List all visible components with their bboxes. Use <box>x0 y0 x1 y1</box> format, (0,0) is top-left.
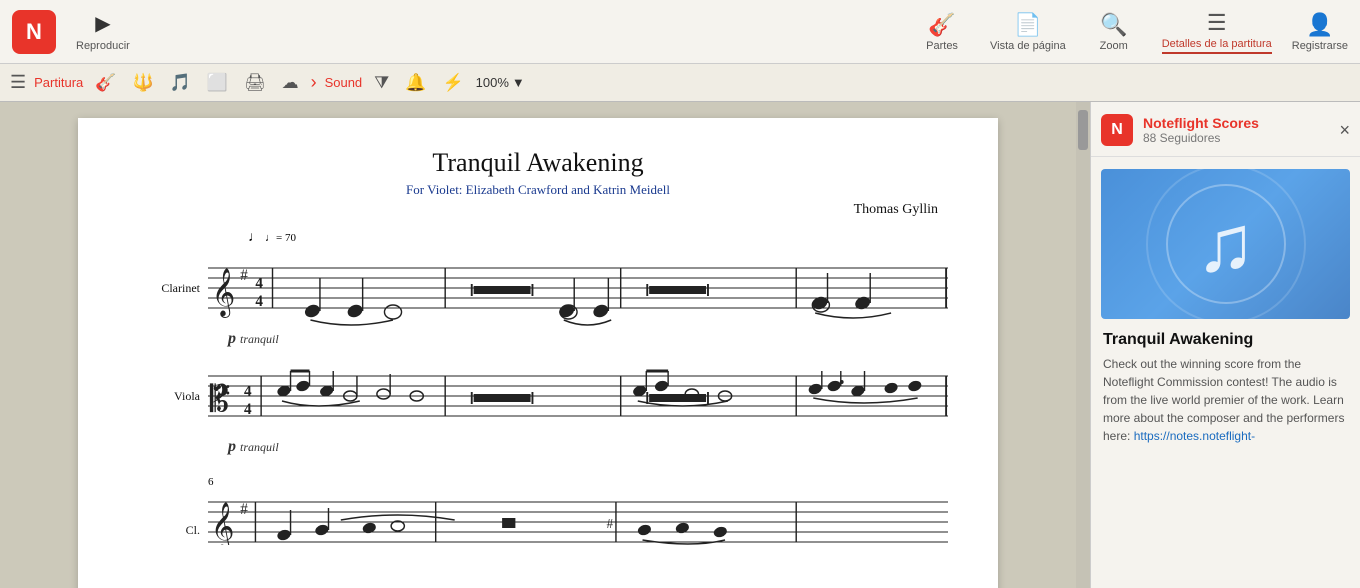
lightning-icon[interactable]: ⚡ <box>439 71 468 95</box>
toolbar: ☰ Partitura 🎸 🔱 🎵 ⬜ 🖨 ☁ › Sound ⧩ 🔔 ⚡ 10… <box>0 64 1360 102</box>
zoom-value: 100% <box>476 75 509 90</box>
panel-description: Check out the winning score from the Not… <box>1091 355 1360 445</box>
play-button[interactable]: ▶ Reproducir <box>76 11 130 52</box>
mixer-icon[interactable]: ⧩ <box>370 71 393 95</box>
clarinet-staff-row-2: Cl. 𝄞 # <box>128 490 948 570</box>
panel-score-title: Tranquil Awakening <box>1091 331 1360 355</box>
print-icon[interactable]: 🖨 <box>240 71 270 95</box>
panel-thumbnail: ♫ <box>1101 169 1350 319</box>
viola-label: Viola <box>128 389 208 404</box>
top-nav: N ▶ Reproducir 🎸 Partes 📄 Vista de págin… <box>0 0 1360 64</box>
menu-icon[interactable]: ☰ <box>10 72 26 93</box>
staff-system-1: ♩ ♩= 70 Clarinet <box>128 230 948 456</box>
tempo-value: ♩= 70 <box>265 232 296 244</box>
zoom-icon: 🔍 <box>1100 12 1127 38</box>
svg-text:4: 4 <box>255 293 263 310</box>
cloud-icon[interactable]: ☁ <box>278 71 303 95</box>
svg-text:𝄢: 𝄢 <box>211 379 231 415</box>
panel-logo: N <box>1101 114 1133 146</box>
nav-zoom[interactable]: 🔍 Zoom <box>1086 12 1142 52</box>
score-area[interactable]: Tranquil Awakening For Violet: Elizabeth… <box>0 102 1076 588</box>
guitar-tool-icon[interactable]: 🎸 <box>91 71 120 95</box>
clarinet-label-2: Cl. <box>128 523 208 538</box>
nav-detalles[interactable]: ☰ Detalles de la partitura <box>1162 10 1272 54</box>
zoom-dropdown-icon: ▼ <box>512 75 525 90</box>
svg-text:4: 4 <box>244 401 252 418</box>
panel-close-button[interactable]: × <box>1339 120 1350 141</box>
guitar-icon: 🎸 <box>928 12 955 38</box>
clarinet-staff-row: Clarinet 𝄞 # <box>128 248 948 328</box>
app-logo[interactable]: N <box>12 10 56 54</box>
svg-text:4: 4 <box>244 383 252 400</box>
scroll-thumb[interactable] <box>1078 110 1088 150</box>
nav-registrarse[interactable]: 👤 Registrarse <box>1292 12 1348 52</box>
play-label: Reproducir <box>76 40 130 52</box>
viola-dynamic: p tranquil <box>228 438 948 456</box>
clarinet-staff-lines-2: 𝄞 # <box>208 490 948 570</box>
panel-followers: 88 Seguidores <box>1143 131 1329 145</box>
score-label[interactable]: Partitura <box>34 75 83 90</box>
page-icon: 📄 <box>1014 12 1041 38</box>
clarinet-dynamic: p tranquil <box>228 330 948 348</box>
right-panel: N Noteflight Scores 88 Seguidores × ♫ Tr… <box>1090 102 1360 588</box>
tempo-mark: ♩ ♩= 70 <box>248 230 948 246</box>
bell-icon[interactable]: 🔔 <box>401 71 430 95</box>
panel-header: N Noteflight Scores 88 Seguidores × <box>1091 102 1360 157</box>
user-icon: 👤 <box>1306 12 1333 38</box>
viola-staff-row: Viola 𝄡 𝄢 4 <box>128 356 948 436</box>
svg-text:#: # <box>240 501 248 518</box>
scroll-bar[interactable] <box>1076 102 1090 588</box>
svg-text:𝄞: 𝄞 <box>211 502 235 545</box>
staff-system-2: 6 Cl. 𝄞 # <box>128 476 948 570</box>
clarinet-label: Clarinet <box>128 281 208 296</box>
score-page: Tranquil Awakening For Violet: Elizabeth… <box>78 118 998 588</box>
svg-text:#: # <box>240 267 248 284</box>
score-composer: Thomas Gyllin <box>128 202 948 218</box>
score-subtitle: For Violet: Elizabeth Crawford and Katri… <box>128 182 948 198</box>
score-title: Tranquil Awakening <box>128 148 948 178</box>
sound-label[interactable]: Sound <box>325 75 363 90</box>
panel-link[interactable]: https://notes.noteflight- <box>1134 429 1255 443</box>
svg-text:𝄞: 𝄞 <box>212 268 236 318</box>
zoom-control[interactable]: 100% ▼ <box>476 75 525 90</box>
viola-staff-lines: 𝄡 𝄢 4 4 <box>208 356 948 436</box>
clarinet-staff-lines: 𝄞 # 4 4 <box>208 248 948 328</box>
arrow-icon[interactable]: › <box>311 72 317 93</box>
measure-number: 6 <box>208 476 948 488</box>
main-area: Tranquil Awakening For Violet: Elizabeth… <box>0 102 1360 588</box>
note-icon[interactable]: 🎵 <box>166 71 195 95</box>
tuning-icon[interactable]: 🔱 <box>128 71 157 95</box>
play-icon: ▶ <box>95 11 110 36</box>
details-icon: ☰ <box>1207 10 1227 36</box>
panel-title-block: Noteflight Scores 88 Seguidores <box>1143 115 1329 145</box>
nav-partes[interactable]: 🎸 Partes <box>914 12 970 52</box>
copy-icon[interactable]: ⬜ <box>203 71 232 95</box>
note-circle-inner <box>1166 184 1286 304</box>
panel-title: Noteflight Scores <box>1143 115 1329 131</box>
svg-text:4: 4 <box>255 275 263 292</box>
nav-vista-pagina[interactable]: 📄 Vista de página <box>990 12 1066 52</box>
svg-text:#: # <box>606 516 613 531</box>
